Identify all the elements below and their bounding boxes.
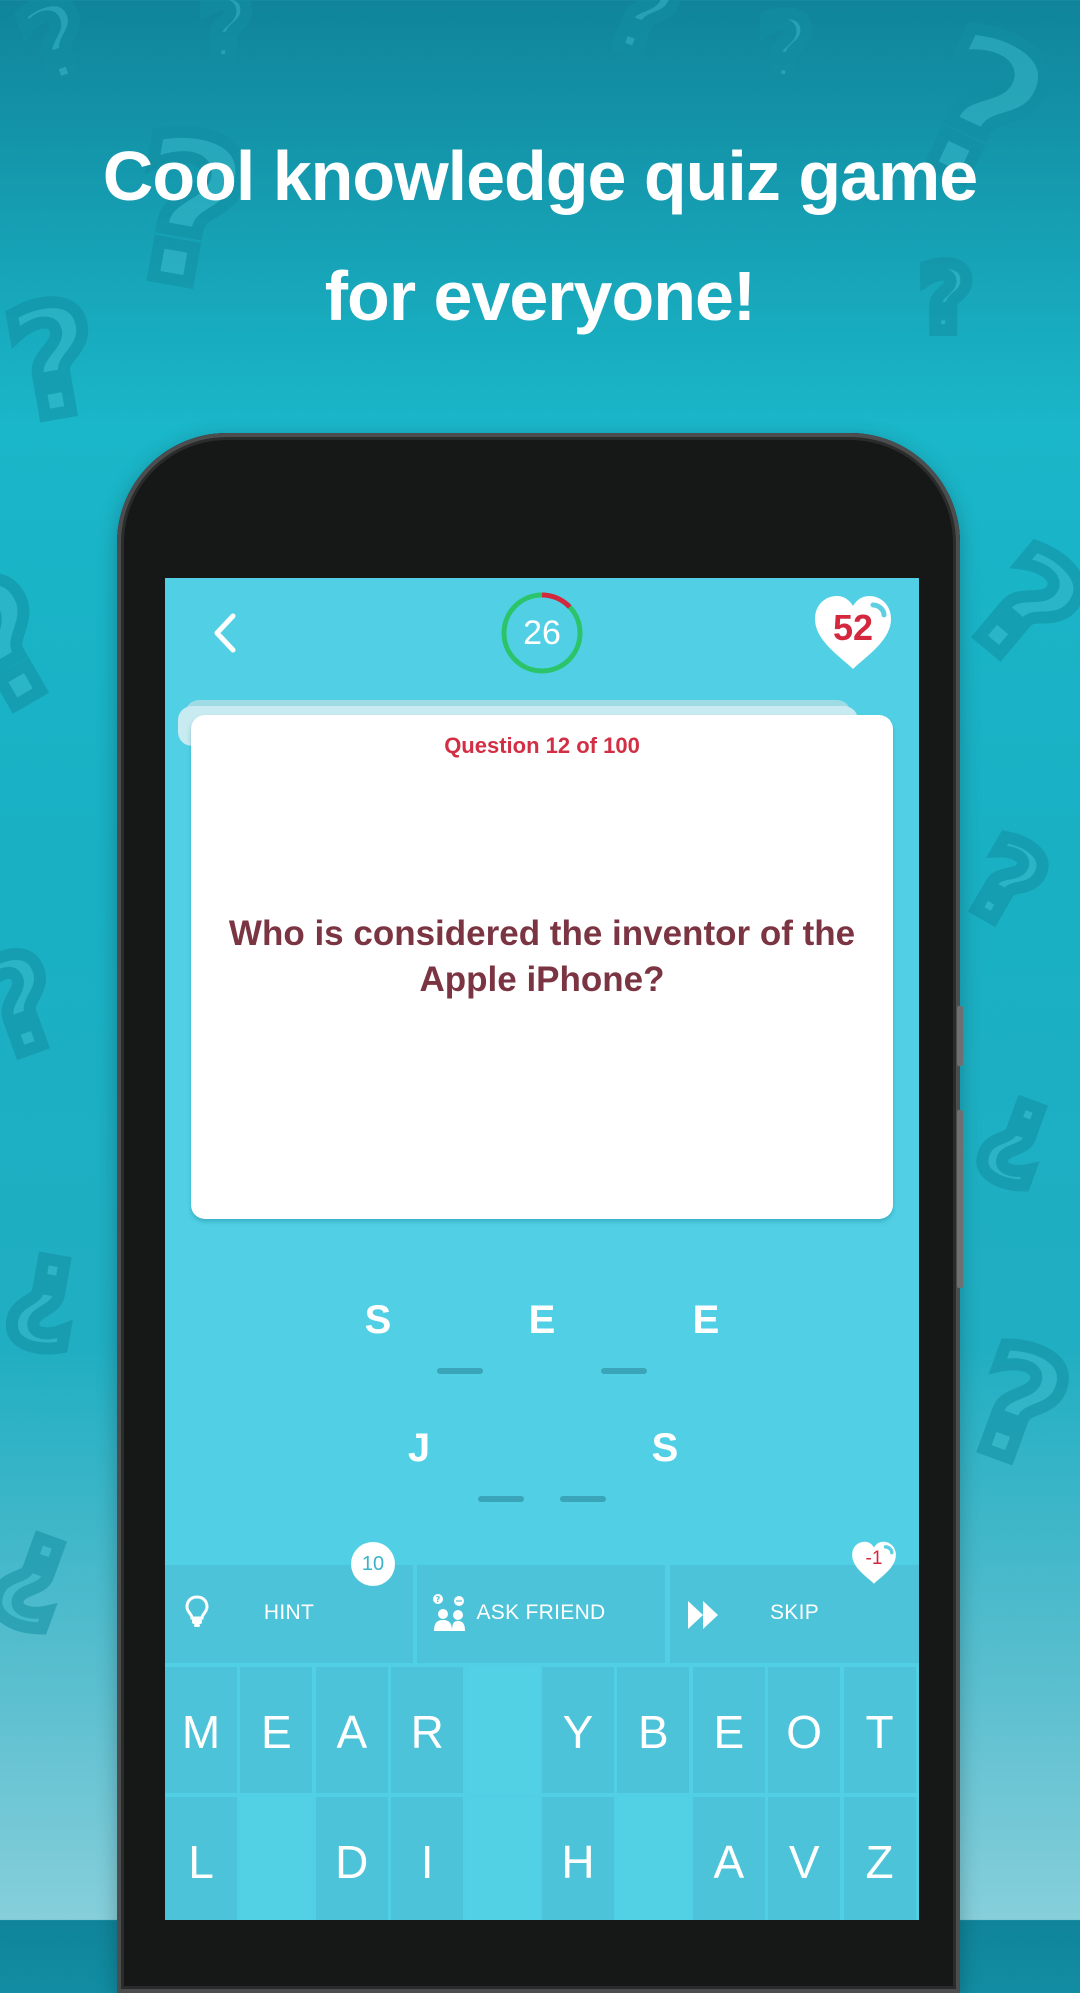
keyboard-key-used (466, 1667, 539, 1793)
keyboard-key-letter: A (336, 1706, 368, 1758)
keyboard-key-letter: V (788, 1836, 820, 1888)
keyboard-key-letter: E (261, 1706, 292, 1758)
keyboard-key[interactable]: V (768, 1797, 841, 1920)
answer-letter-slot[interactable]: E (681, 1298, 731, 1358)
keyboard-key-letter: D (335, 1836, 369, 1888)
keyboard-key[interactable]: A (692, 1797, 765, 1920)
keyboard-key-letter: H (561, 1836, 595, 1888)
phone-volume-button (957, 1006, 963, 1066)
question-counter: Question 12 of 100 (444, 733, 640, 758)
answer-empty-slot[interactable] (558, 1426, 608, 1502)
answer-letter: S (651, 1426, 679, 1470)
answer-letter: J (407, 1426, 431, 1470)
hint-cost-badge: 10 (351, 1542, 395, 1586)
answer-letter: S (364, 1298, 392, 1342)
answer-empty-slot[interactable] (435, 1298, 485, 1374)
answer-letter-slot[interactable]: S (353, 1298, 403, 1358)
answer-empty-slot[interactable] (476, 1426, 526, 1502)
lives-value: 52 (832, 607, 874, 648)
question-mark-decor: ? (948, 1310, 1080, 1503)
chevron-left-icon (214, 613, 236, 653)
keyboard-key[interactable]: D (315, 1797, 388, 1920)
keyboard-key[interactable]: E (692, 1667, 765, 1793)
question-mark-decor: ? (200, 0, 252, 82)
countdown-timer: 26 (500, 591, 584, 675)
question-mark-decor: ? (0, 535, 96, 756)
ask-friend-button[interactable]: ? ASK FRIEND (417, 1565, 665, 1663)
keyboard-key[interactable]: E (240, 1667, 313, 1793)
keyboard-key[interactable]: H (542, 1797, 614, 1920)
phone-screen: 26 52 Question 12 of 100 Who is consider… (165, 578, 919, 1920)
keyboard-key-used (240, 1797, 313, 1920)
answer-letter-slot[interactable]: J (394, 1426, 444, 1486)
keyboard-key-letter: A (713, 1836, 745, 1888)
keyboard-key[interactable]: L (165, 1797, 237, 1920)
hint-label: HINT (263, 1601, 315, 1624)
question-mark-decor: ? (591, 0, 695, 86)
ask-friend-label: ASK FRIEND (476, 1601, 606, 1624)
question-mark-decor: ? (0, 1225, 90, 1374)
question-mark-decor: ? (5, 0, 109, 114)
keyboard-key[interactable]: B (617, 1667, 690, 1793)
answer-letter: E (528, 1298, 556, 1342)
skip-label: SKIP (769, 1601, 820, 1624)
keyboard-key-letter: E (713, 1706, 745, 1758)
keyboard-key-letter: I (420, 1836, 434, 1888)
question-text: Who is considered the inventor of the Ap… (228, 914, 856, 999)
keyboard-key-letter: L (188, 1836, 214, 1888)
keyboard-key-used (617, 1797, 690, 1920)
keyboard-key-letter: O (786, 1706, 823, 1758)
keyboard-key[interactable]: R (391, 1667, 464, 1793)
promo-title-line-1: Cool knowledge quiz game (102, 137, 978, 215)
timer-value: 26 (523, 614, 561, 652)
question-card: Question 12 of 100 Who is considered the… (191, 715, 893, 1219)
question-mark-decor: ? (0, 1501, 88, 1655)
keyboard-key[interactable]: Z (843, 1797, 916, 1920)
answer-blank-underline (478, 1496, 524, 1502)
action-bar: HINT ? ASK FRIEND SKIP (165, 1565, 919, 1663)
keyboard-key[interactable]: M (165, 1667, 237, 1793)
answer-blank-underline (437, 1368, 483, 1374)
keyboard-key-letter: Y (562, 1706, 594, 1758)
back-button[interactable] (203, 608, 253, 658)
phone-power-button (957, 1110, 963, 1288)
answer-letter-slot[interactable]: E (517, 1298, 567, 1358)
question-mark-decor: ? (760, 0, 812, 102)
keyboard-key-used (466, 1797, 539, 1920)
keyboard-key-letter: T (865, 1706, 894, 1758)
answer-blank-underline (560, 1496, 606, 1502)
lives-counter[interactable]: 52 (811, 593, 895, 673)
answer-blank-underline (601, 1368, 647, 1374)
answer-letter: E (692, 1298, 720, 1342)
promo-title-line-2: for everyone! (324, 257, 756, 335)
keyboard-key[interactable]: T (843, 1667, 916, 1793)
answer-empty-slot[interactable] (599, 1298, 649, 1374)
keyboard-key-letter: B (638, 1706, 669, 1758)
keyboard-key-letter: M (181, 1706, 221, 1758)
keyboard-key[interactable]: A (315, 1667, 388, 1793)
question-mark-decor: ? (947, 812, 1066, 955)
keyboard-key[interactable]: O (768, 1667, 841, 1793)
question-mark-decor: ? (963, 1069, 1067, 1211)
skip-cost-badge: -1 (849, 1540, 899, 1586)
keyboard-key-letter: Z (865, 1836, 894, 1888)
keyboard-key-letter: R (410, 1706, 444, 1758)
question-mark-decor: ? (0, 921, 81, 1090)
keyboard-key[interactable]: Y (542, 1667, 614, 1793)
answer-letter-slot[interactable]: S (640, 1426, 690, 1486)
skip-cost-value: -1 (865, 1548, 883, 1569)
keyboard-key[interactable]: I (391, 1797, 464, 1920)
